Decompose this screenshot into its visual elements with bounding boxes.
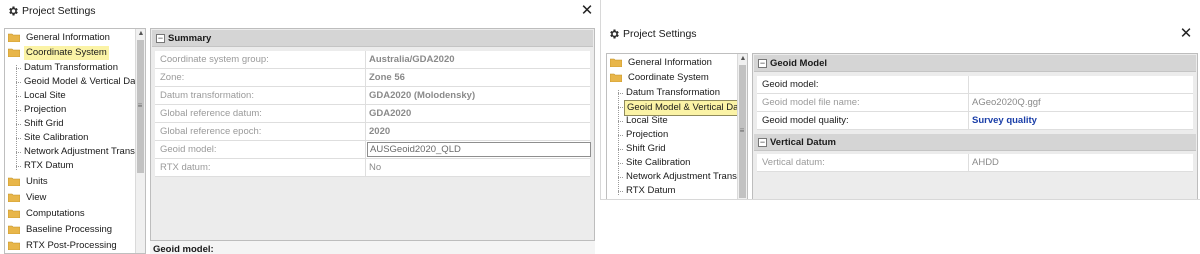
properties-panel: − Geoid Model Geoid model: Geoid model f… [752,53,1198,199]
tree-item-label: General Information [628,57,712,68]
prop-name: Global reference datum: [160,108,262,119]
tree-item-label: RTX Datum [24,160,74,171]
tree-item-label: Projection [626,129,669,140]
folder-icon [8,241,20,250]
prop-row-global-reference-epoch[interactable]: Global reference epoch: 2020 [155,123,590,141]
prop-row-coordinate-system-group[interactable]: Coordinate system group: Australia/GDA20… [155,51,590,69]
grip-icon: ≡ [739,126,745,135]
prop-value: No [369,162,382,173]
prop-name: Global reference epoch: [160,126,262,137]
prop-name: Coordinate system group: [160,54,269,65]
tree-connector-line [16,65,17,170]
tree-item-label: Datum Transformation [626,87,720,98]
dialog-title: Project Settings [623,28,697,40]
tree-item-label: Local Site [24,90,66,101]
project-settings-dialog-right: Project Settings ✕ General Information C… [600,0,1200,200]
tree-item-label: Coordinate System [628,72,709,83]
title-bar: Project Settings ✕ [0,0,600,24]
summary-section-header[interactable]: − Summary [152,30,593,47]
tree-connector-line [618,90,619,195]
tree-item-label: Shift Grid [626,143,666,154]
folder-open-icon [8,48,20,57]
description-title: Geoid model: [153,244,214,254]
prop-row-geoid-model-file-name[interactable]: Geoid model file name: AGeo2020Q.ggf [757,94,1193,112]
prop-row-datum-transformation[interactable]: Datum transformation: GDA2020 (Molodensk… [155,87,590,105]
folder-icon [8,209,20,218]
prop-name: Datum transformation: [160,90,254,101]
gear-icon [610,29,619,39]
prop-value: GDA2020 (Molodensky) [369,90,476,101]
prop-value: AUSGeoid2020_QLD [370,144,461,155]
section-title: Geoid Model [770,58,827,69]
prop-row-vertical-datum[interactable]: Vertical datum: AHDD [757,154,1193,172]
vertical-datum-section-header[interactable]: − Vertical Datum [754,134,1196,151]
collapse-icon[interactable]: − [156,34,165,43]
tree-item-label: RTX Post-Processing [26,240,117,251]
prop-row-rtx-datum[interactable]: RTX datum: No [155,159,590,177]
prop-value: AGeo2020Q.ggf [972,97,1041,108]
tree-item-label: Local Site [626,115,668,126]
tree-item-label: Site Calibration [24,132,89,143]
prop-name: Geoid model file name: [762,97,860,108]
properties-panel: − Summary Coordinate system group: Austr… [150,28,595,254]
collapse-icon[interactable]: − [758,138,767,147]
tree-item-label: Site Calibration [626,157,691,168]
folder-icon [610,58,622,67]
collapse-icon[interactable]: − [758,59,767,68]
prop-value: 2020 [369,126,391,137]
prop-row-geoid-model[interactable]: Geoid model: AUSGeoid2020_QLD [155,141,591,159]
grip-icon: ≡ [137,101,143,110]
tree-item-label: RTX Datum [626,185,676,196]
prop-name: Geoid model quality: [762,115,849,126]
tree-item-label: Baseline Processing [26,224,113,235]
scroll-up-icon[interactable]: ▲ [136,29,145,39]
gear-icon [9,6,18,16]
tree-item-label: View [26,192,47,203]
prop-name: Geoid model: [160,144,217,155]
folder-icon [8,225,20,234]
prop-row-geoid-model-quality[interactable]: Geoid model quality: Survey quality [757,112,1193,130]
title-bar: Project Settings ✕ [601,23,1200,47]
project-settings-dialog-left: Project Settings ✕ General Information C… [0,0,600,254]
prop-value: Zone 56 [369,72,405,83]
scroll-up-icon[interactable]: ▲ [738,54,747,64]
prop-name: RTX datum: [160,162,211,173]
tree-item-label: Datum Transformation [24,62,118,73]
section-title: Summary [168,33,212,44]
close-button[interactable]: ✕ [1177,25,1195,43]
prop-value: Australia/GDA2020 [369,54,455,65]
geoid-model-section-header[interactable]: − Geoid Model [754,55,1196,72]
tree-item-label: Computations [26,208,85,219]
prop-row-zone[interactable]: Zone: Zone 56 [155,69,590,87]
folder-icon [8,193,20,202]
dialog-title: Project Settings [22,5,96,17]
section-title: Vertical Datum [770,137,836,148]
settings-tree: General Information Coordinate System Da… [606,53,748,199]
settings-tree: General Information Coordinate System Da… [4,28,146,254]
tree-item-label: Shift Grid [24,118,64,129]
prop-row-global-reference-datum[interactable]: Global reference datum: GDA2020 [155,105,590,123]
prop-name: Vertical datum: [762,157,825,168]
prop-row-geoid-model[interactable]: Geoid model: [757,76,1193,94]
tree-item-label: Network Adjustment Transf [626,171,740,182]
folder-icon [8,33,20,42]
tree-scrollbar[interactable]: ▲ ≡ [135,29,145,253]
tree-item-label: Units [26,176,48,187]
tree-item-label: Geoid Model & Vertical Da [24,76,136,87]
close-button[interactable]: ✕ [578,2,596,20]
prop-value: Survey quality [972,115,1037,126]
prop-name: Geoid model: [762,79,819,90]
prop-value: AHDD [972,157,999,168]
folder-icon [8,177,20,186]
tree-item-label: Coordinate System [24,46,109,60]
tree-item-label: Projection [24,104,67,115]
prop-name: Zone: [160,72,185,83]
folder-open-icon [610,73,622,82]
prop-value: GDA2020 [369,108,412,119]
tree-scrollbar[interactable]: ▲ ≡ [737,54,747,199]
description-area: Geoid model: [150,240,595,254]
tree-item-label: General Information [26,32,110,43]
tree-item-label: Network Adjustment Transf [24,146,138,157]
